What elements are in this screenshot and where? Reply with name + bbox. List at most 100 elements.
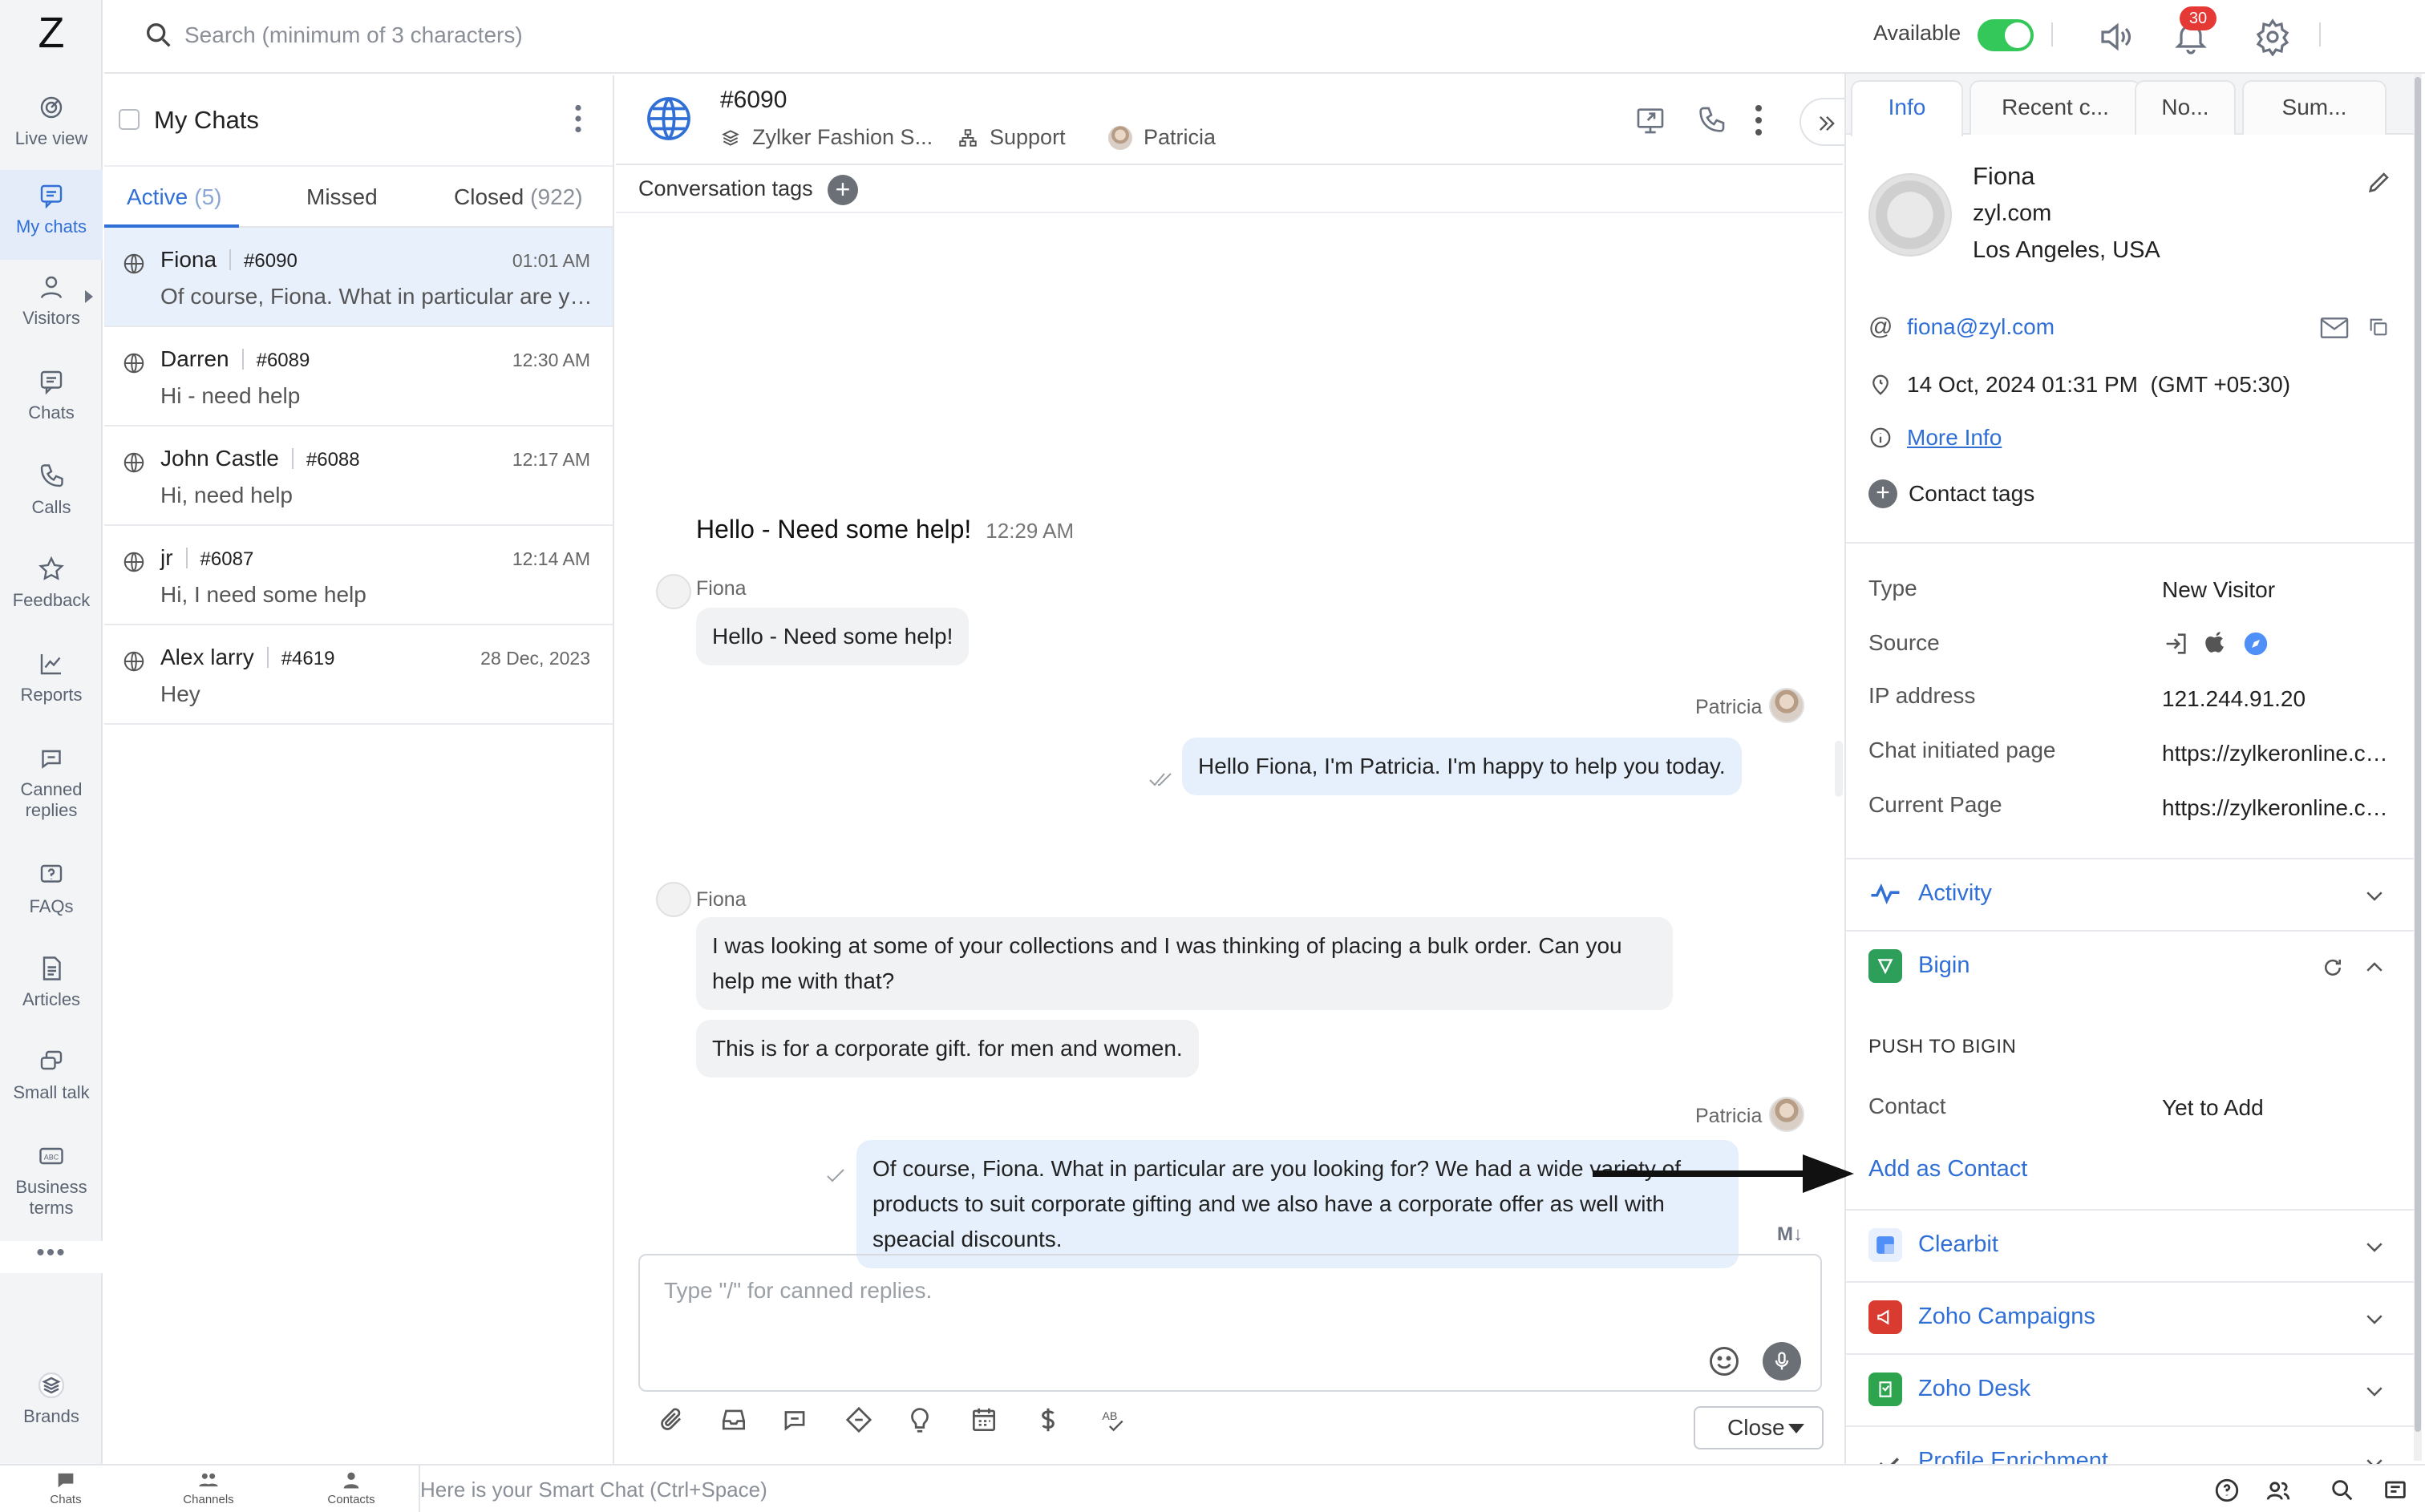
chat-list-item[interactable]: Fiona #6090 01:01 AM Of course, Fiona. Wh… xyxy=(104,228,613,327)
people-icon[interactable] xyxy=(2265,1477,2292,1504)
channel-name: Support xyxy=(990,125,1066,149)
section-activity[interactable]: Activity xyxy=(1846,859,2414,932)
search-icon[interactable] xyxy=(2329,1477,2356,1504)
section-zoho-campaigns[interactable]: Zoho Campaigns xyxy=(1846,1283,2414,1355)
bottom-channels-button[interactable]: Channels xyxy=(168,1469,249,1506)
section-bigin[interactable]: Bigin xyxy=(1846,932,2414,1004)
org-chart-icon xyxy=(959,128,977,147)
divider xyxy=(266,647,269,668)
section-zoho-desk[interactable]: Zoho Desk xyxy=(1846,1355,2414,1427)
tab-closed[interactable]: Closed (922) xyxy=(454,184,583,210)
tab-notes[interactable]: No... xyxy=(2135,80,2236,135)
bottom-bar: Chats Channels Contacts xyxy=(0,1464,2425,1512)
more-options-icon[interactable] xyxy=(1753,104,1764,136)
diamond-icon[interactable] xyxy=(844,1405,874,1435)
bottom-contacts-button[interactable]: Contacts xyxy=(311,1469,391,1506)
select-all-checkbox[interactable] xyxy=(119,109,140,130)
nav-reports[interactable]: Reports xyxy=(0,649,103,730)
mail-icon[interactable] xyxy=(2319,316,2350,340)
spellcheck-icon[interactable]: AB xyxy=(1097,1405,1127,1435)
nav-brands[interactable]: Brands xyxy=(0,1371,103,1451)
zoho-desk-icon xyxy=(1868,1373,1902,1406)
global-search-input[interactable] xyxy=(184,18,906,53)
tab-label: Closed xyxy=(454,184,524,209)
tab-missed[interactable]: Missed xyxy=(306,184,378,210)
markdown-icon[interactable]: M↓ xyxy=(1777,1223,1803,1246)
tab-recent-chats[interactable]: Recent c... xyxy=(1970,80,2141,135)
close-chat-button[interactable]: Close xyxy=(1694,1406,1824,1449)
emoji-icon[interactable] xyxy=(1706,1344,1742,1379)
screen-share-icon[interactable] xyxy=(1634,104,1666,136)
people-icon xyxy=(199,1473,218,1487)
add-tag-button[interactable]: + xyxy=(828,175,858,205)
info-panel-scrollbar[interactable] xyxy=(2414,74,2422,1461)
add-contact-tag-button[interactable]: + xyxy=(1868,479,1897,508)
nav-small-talk[interactable]: Small talk xyxy=(0,1047,103,1127)
more-info-link[interactable]: More Info xyxy=(1907,425,2002,451)
section-title: Zoho Campaigns xyxy=(1918,1304,2095,1329)
nav-articles[interactable]: Articles xyxy=(0,954,103,1034)
divider xyxy=(2051,22,2053,46)
tab-info[interactable]: Info xyxy=(1851,80,1963,136)
chat-list-item[interactable]: jr #6087 12:14 AM Hi, I need some help xyxy=(104,526,613,625)
attachment-icon[interactable] xyxy=(656,1405,686,1435)
add-as-contact-link[interactable]: Add as Contact xyxy=(1868,1156,2027,1183)
nav-canned-replies[interactable]: Canned replies xyxy=(0,744,103,848)
collapse-panel-button[interactable] xyxy=(1800,98,1848,146)
chat-list-item[interactable]: Darren #6089 12:30 AM Hi - need help xyxy=(104,327,613,427)
gear-icon[interactable] xyxy=(2253,18,2292,56)
close-label: Close xyxy=(1727,1415,1785,1440)
calendar-icon[interactable] xyxy=(969,1405,999,1435)
chat-list-item[interactable]: Alex larry #4619 28 Dec, 2023 Hey xyxy=(104,625,613,725)
nav-visitors[interactable]: Visitors xyxy=(0,273,103,353)
help-icon[interactable] xyxy=(2213,1477,2241,1504)
more-options-icon[interactable] xyxy=(574,104,582,133)
availability-toggle[interactable] xyxy=(1978,19,2034,51)
smart-chat-input[interactable] xyxy=(420,1474,1623,1506)
chat-number: #6089 xyxy=(256,350,310,371)
section-clearbit[interactable]: Clearbit xyxy=(1846,1211,2414,1283)
panel-resize-handle[interactable] xyxy=(1835,741,1843,797)
nav-faqs[interactable]: FAQs xyxy=(0,861,103,941)
agent-info: Patricia xyxy=(1108,125,1216,150)
svg-text:AB: AB xyxy=(1102,1410,1117,1423)
double-chevron-right-icon xyxy=(1820,116,1835,131)
visitor-name: Alex larry xyxy=(160,645,254,669)
message-input[interactable] xyxy=(664,1278,1706,1304)
nav-label: Feedback xyxy=(12,590,91,610)
contact-email[interactable]: fiona@zyl.com xyxy=(1907,314,2055,340)
nav-chats[interactable]: Chats xyxy=(0,367,103,447)
more-nav-button[interactable]: ••• xyxy=(0,1241,103,1273)
tab-summary[interactable]: Sum... xyxy=(2242,80,2387,135)
visitor-name: Darren xyxy=(160,346,229,371)
nav-live-view[interactable]: Live view xyxy=(0,87,103,167)
dollar-icon[interactable] xyxy=(1033,1405,1063,1435)
detail-key: Type xyxy=(1868,576,1917,600)
tab-active[interactable]: Active (5) xyxy=(127,184,221,210)
nav-business-terms[interactable]: ABC Business terms xyxy=(0,1142,103,1246)
refresh-icon[interactable] xyxy=(2321,956,2345,980)
section-profile-enrichment[interactable]: Profile Enrichment xyxy=(1846,1427,2414,1464)
inbox-icon[interactable] xyxy=(719,1405,749,1435)
lightbulb-icon[interactable] xyxy=(905,1405,935,1435)
chat-list-item[interactable]: John Castle #6088 12:17 AM Hi, need help xyxy=(104,427,613,526)
conversation-header: #6090 Zylker Fashion S... Support Patric… xyxy=(616,75,1848,165)
phone-icon[interactable] xyxy=(1695,104,1727,136)
nav-calls[interactable]: Calls xyxy=(0,462,103,542)
message-composer xyxy=(638,1254,1822,1392)
widget-icon[interactable] xyxy=(2382,1477,2409,1504)
speaker-icon[interactable] xyxy=(2096,18,2135,56)
copy-icon[interactable] xyxy=(2367,316,2390,338)
app-logo[interactable]: Z xyxy=(0,8,103,64)
chat-initiated-page-link[interactable]: https://zylkeronline.com xyxy=(2162,741,2395,766)
canned-reply-icon[interactable] xyxy=(779,1405,810,1435)
search-icon xyxy=(147,23,171,47)
bottom-chats-button[interactable]: Chats xyxy=(26,1469,106,1506)
current-page-link[interactable]: https://zylkeronline.com xyxy=(2162,795,2395,821)
layers-icon xyxy=(38,1372,65,1399)
expand-caret-icon[interactable] xyxy=(85,290,93,303)
nav-feedback[interactable]: Feedback xyxy=(0,555,103,635)
nav-my-chats[interactable]: My chats xyxy=(0,170,103,260)
pencil-icon[interactable] xyxy=(2366,168,2393,196)
microphone-button[interactable] xyxy=(1763,1342,1801,1381)
